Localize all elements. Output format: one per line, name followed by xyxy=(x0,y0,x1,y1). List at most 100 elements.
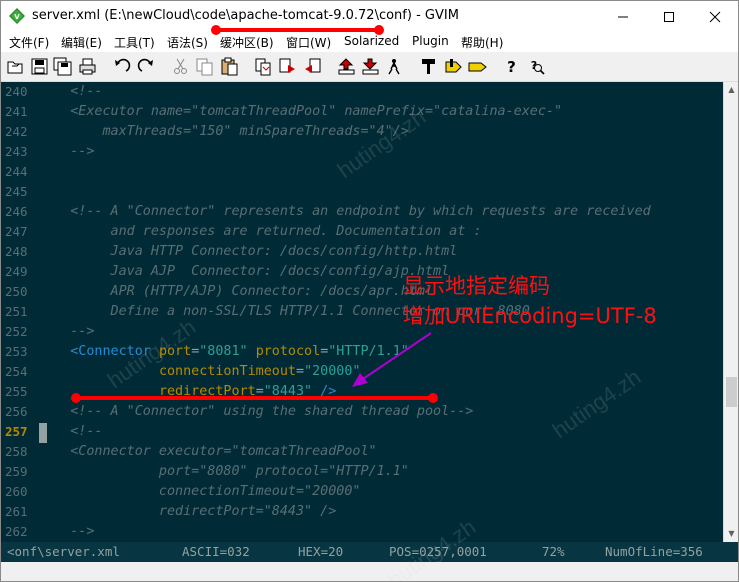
code-token: --> xyxy=(38,324,95,339)
code-line[interactable] xyxy=(38,162,723,182)
current-line-number: 257 xyxy=(5,424,28,439)
code-token: <Connector executor="tomcatThreadPool" xyxy=(38,444,377,459)
gvim-app-icon: V xyxy=(9,8,25,24)
replace-icon[interactable] xyxy=(254,57,273,76)
menu-window[interactable]: 窗口(W) xyxy=(286,34,331,51)
code-token: Java AJP Connector: /docs/config/ajp.htm… xyxy=(38,264,450,279)
scroll-down-arrow-icon[interactable]: ▼ xyxy=(724,526,738,542)
text-cursor xyxy=(39,423,47,443)
gvim-window: V server.xml (E:\newCloud\code\apache-to… xyxy=(0,0,739,582)
annotation-arrow-icon xyxy=(352,332,432,387)
code-line[interactable]: <!-- xyxy=(38,422,723,442)
line-number: 261 xyxy=(5,504,28,519)
line-number: 259 xyxy=(5,464,28,479)
help-icon[interactable]: ? xyxy=(502,57,521,76)
title-highlight-dot xyxy=(211,25,221,35)
connector-highlight-dot xyxy=(428,393,438,403)
find-help-icon[interactable]: ? xyxy=(527,57,546,76)
menu-plugin[interactable]: Plugin xyxy=(412,34,449,48)
code-line[interactable]: <Executor name="tomcatThreadPool" namePr… xyxy=(38,102,723,122)
code-token: <Executor name="tomcatThreadPool" namePr… xyxy=(38,104,563,119)
copy-icon[interactable] xyxy=(195,57,214,76)
save-icon[interactable] xyxy=(30,57,49,76)
menu-buffers[interactable]: 缓冲区(B) xyxy=(220,34,274,51)
undo-icon[interactable] xyxy=(112,57,131,76)
open-icon[interactable] xyxy=(6,57,25,76)
status-ascii: ASCII=032 xyxy=(182,544,250,559)
line-number: 242 xyxy=(5,124,28,139)
line-number: 241 xyxy=(5,104,28,119)
code-line[interactable]: redirectPort="8443" /> xyxy=(38,502,723,522)
make-icon[interactable] xyxy=(419,57,438,76)
cut-icon[interactable] xyxy=(171,57,190,76)
save-all-icon[interactable] xyxy=(53,57,72,76)
jump-tag-icon[interactable] xyxy=(468,57,487,76)
connector-highlight-dot xyxy=(71,393,81,403)
print-icon[interactable] xyxy=(78,57,97,76)
svg-text:V: V xyxy=(14,13,20,21)
code-line[interactable]: <!-- A "Connector" using the shared thre… xyxy=(38,402,723,422)
code-token: maxThreads="150" minSpareThreads="4"/> xyxy=(38,124,409,139)
code-line[interactable]: <Connector executor="tomcatThreadPool" xyxy=(38,442,723,462)
find-next-icon[interactable] xyxy=(278,57,297,76)
line-number: 250 xyxy=(5,284,28,299)
find-prev-icon[interactable] xyxy=(303,57,322,76)
code-token: Java HTTP Connector: /docs/config/http.h… xyxy=(38,244,458,259)
code-token: <!-- xyxy=(38,424,103,439)
code-token: port="8080" protocol="HTTP/1.1" xyxy=(38,464,409,479)
window-title: server.xml (E:\newCloud\code\apache-tomc… xyxy=(32,8,459,23)
paste-icon[interactable] xyxy=(220,57,239,76)
code-line[interactable]: connectionTimeout="20000" xyxy=(38,482,723,502)
vertical-scrollbar[interactable]: ▲ ▼ xyxy=(723,82,738,542)
code-line[interactable]: Java AJP Connector: /docs/config/ajp.htm… xyxy=(38,262,723,282)
code-token: --> xyxy=(38,144,95,159)
code-token: = xyxy=(296,364,305,379)
annotation-note-line2: 增加URIEncoding=UTF-8 xyxy=(403,304,657,328)
code-line[interactable]: <!-- A "Connector" represents an endpoin… xyxy=(38,202,723,222)
status-hex: HEX=20 xyxy=(298,544,344,559)
line-number: 254 xyxy=(5,364,28,379)
line-number: 245 xyxy=(5,184,28,199)
code-line[interactable]: --> xyxy=(38,522,723,542)
title-highlight-line xyxy=(216,28,379,32)
code-line[interactable]: <!-- xyxy=(38,82,723,102)
status-filename: <onf\server.xml xyxy=(7,544,120,559)
line-number: 246 xyxy=(5,204,28,219)
line-number: 240 xyxy=(5,84,28,99)
code-line[interactable]: port="8080" protocol="HTTP/1.1" xyxy=(38,462,723,482)
line-number: 253 xyxy=(5,344,28,359)
menu-solarized[interactable]: Solarized xyxy=(344,34,399,48)
line-number: 243 xyxy=(5,144,28,159)
save-session-icon[interactable] xyxy=(361,57,380,76)
redo-icon[interactable] xyxy=(137,57,156,76)
run-script-icon[interactable] xyxy=(385,57,404,76)
code-line[interactable]: APR (HTTP/AJP) Connector: /docs/apr.html xyxy=(38,282,723,302)
line-number: 256 xyxy=(5,404,28,419)
connector-highlight-line xyxy=(76,396,433,400)
menu-help[interactable]: 帮助(H) xyxy=(461,34,503,51)
status-percent: 72% xyxy=(542,544,565,559)
code-token: connectionTimeout="20000" xyxy=(38,484,361,499)
scroll-up-arrow-icon[interactable]: ▲ xyxy=(724,82,738,98)
code-line[interactable] xyxy=(38,182,723,202)
run-ctags-icon[interactable] xyxy=(444,57,463,76)
code-line[interactable]: Java HTTP Connector: /docs/config/http.h… xyxy=(38,242,723,262)
status-bar: <onf\server.xml ASCII=032 HEX=20 POS=025… xyxy=(1,542,738,562)
code-token: <!-- xyxy=(38,84,103,99)
load-session-icon[interactable] xyxy=(337,57,356,76)
scrollbar-thumb[interactable] xyxy=(726,377,737,407)
menu-edit[interactable]: 编辑(E) xyxy=(61,34,102,51)
close-button[interactable] xyxy=(692,1,738,32)
line-number: 251 xyxy=(5,304,28,319)
maximize-button[interactable] xyxy=(646,1,692,32)
line-number: 258 xyxy=(5,444,28,459)
line-number: 244 xyxy=(5,164,28,179)
menu-file[interactable]: 文件(F) xyxy=(9,34,49,51)
menu-syntax[interactable]: 语法(S) xyxy=(167,34,208,51)
code-line[interactable]: and responses are returned. Documentatio… xyxy=(38,222,723,242)
menu-tools[interactable]: 工具(T) xyxy=(114,34,155,51)
minimize-button[interactable] xyxy=(600,1,646,32)
line-number: 262 xyxy=(5,524,28,539)
line-number: 260 xyxy=(5,484,28,499)
